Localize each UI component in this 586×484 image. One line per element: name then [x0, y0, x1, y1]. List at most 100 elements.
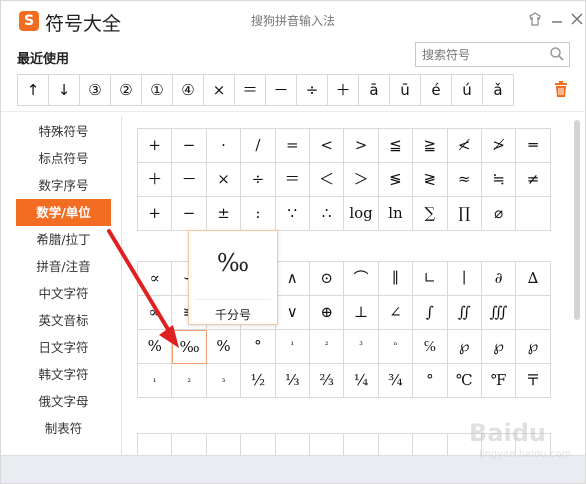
recent-symbol-cell[interactable]: ā [359, 75, 390, 105]
symbol-cell[interactable]: ¹ [275, 330, 310, 364]
symbol-cell[interactable]: ⊥ [344, 296, 379, 330]
recent-symbol-cell[interactable]: ＝ [235, 75, 266, 105]
symbol-cell[interactable]: ∫ [413, 296, 448, 330]
symbol-cell[interactable]: ∣ [447, 262, 482, 296]
symbol-cell[interactable]: ° [413, 364, 448, 398]
symbol-cell[interactable]: ≒ [481, 163, 517, 197]
symbol-cell[interactable]: = [275, 129, 310, 163]
symbol-cell[interactable] [138, 434, 173, 455]
symbol-cell[interactable]: ∝ [138, 262, 173, 296]
sidebar-item-10[interactable]: 俄文字母 [16, 388, 111, 415]
sidebar-item-6[interactable]: 中文字符 [16, 280, 111, 307]
symbol-cell[interactable]: ¾ [378, 364, 414, 398]
symbol-cell[interactable]: ＝ [275, 163, 310, 197]
symbol-cell[interactable]: ∆ [516, 262, 551, 296]
recent-symbol-cell[interactable]: ú [452, 75, 483, 105]
title-bar[interactable]: S 符号大全 搜狗拼音输入法 [1, 1, 585, 39]
symbol-cell[interactable]: ∂ [481, 262, 517, 296]
symbol-cell[interactable]: − [172, 129, 207, 163]
recent-symbol-cell[interactable]: ① [142, 75, 173, 105]
symbol-cell[interactable]: ℘ [481, 330, 517, 364]
symbol-cell[interactable]: ＞ [344, 163, 379, 197]
symbol-cell[interactable] [413, 434, 448, 455]
symbol-cell[interactable]: ＋ [138, 163, 173, 197]
symbol-cell[interactable]: ∧ [275, 262, 310, 296]
symbol-cell[interactable]: ∵ [275, 197, 310, 231]
sidebar-item-4[interactable]: 希腊/拉丁 [16, 226, 111, 253]
symbol-cell[interactable]: ≮ [447, 129, 482, 163]
symbol-cell[interactable]: 〒 [516, 364, 551, 398]
symbol-cell[interactable] [516, 197, 551, 231]
scroll-thumb[interactable] [574, 120, 580, 320]
symbol-cell[interactable]: ln [378, 197, 414, 231]
close-icon[interactable] [569, 11, 585, 27]
symbol-cell[interactable]: ℅ [413, 330, 448, 364]
symbol-cell[interactable]: ∑ [413, 197, 448, 231]
symbol-cell[interactable]: ＜ [309, 163, 345, 197]
recent-symbol-cell[interactable]: × [204, 75, 235, 105]
symbol-cell[interactable]: ∠ [378, 296, 414, 330]
symbol-cell[interactable] [241, 434, 276, 455]
symbol-cell[interactable]: ∬ [447, 296, 482, 330]
sidebar-item-5[interactable]: 拼音/注音 [16, 253, 111, 280]
symbol-cell[interactable]: ≈ [447, 163, 482, 197]
sidebar-item-7[interactable]: 英文音标 [16, 307, 111, 334]
symbol-cell[interactable]: % [206, 330, 242, 364]
symbol-cell[interactable]: ⊙ [309, 262, 345, 296]
search-icon[interactable] [549, 46, 565, 62]
symbol-cell[interactable] [379, 434, 414, 455]
symbol-cell[interactable]: ≷ [413, 163, 448, 197]
symbol-cell[interactable]: × [206, 163, 242, 197]
symbol-cell[interactable]: ℉ [481, 364, 517, 398]
symbol-cell[interactable]: ₂ [172, 364, 207, 398]
symbol-cell[interactable]: ∨ [275, 296, 310, 330]
symbol-cell[interactable]: ⁿ [378, 330, 414, 364]
symbol-cell[interactable] [516, 296, 551, 330]
symbol-cell[interactable]: ≠ [516, 163, 551, 197]
symbol-cell[interactable]: + [138, 197, 173, 231]
sidebar-item-11[interactable]: 制表符 [16, 415, 111, 442]
search-input[interactable] [416, 43, 546, 66]
sidebar-item-0[interactable]: 特殊符号 [16, 118, 111, 145]
scrollbar[interactable] [572, 116, 582, 455]
symbol-cell[interactable]: ⌒ [344, 262, 379, 296]
symbol-cell[interactable]: ÷ [241, 163, 276, 197]
symbol-cell[interactable]: ∥ [378, 262, 414, 296]
recent-symbol-cell[interactable]: ④ [173, 75, 204, 105]
symbol-cell[interactable]: · [206, 129, 242, 163]
symbol-cell[interactable]: ° [241, 330, 276, 364]
symbol-cell[interactable]: ≦ [378, 129, 414, 163]
skin-icon[interactable] [527, 11, 543, 27]
symbol-cell[interactable]: / [241, 129, 276, 163]
symbol-cell[interactable]: ∏ [447, 197, 482, 231]
symbol-cell[interactable]: ℘ [516, 330, 551, 364]
symbol-cell[interactable]: ± [206, 197, 242, 231]
recent-symbol-cell[interactable]: ② [111, 75, 142, 105]
symbol-cell[interactable]: ₃ [206, 364, 242, 398]
search-box[interactable] [415, 42, 570, 67]
sidebar-item-8[interactable]: 日文字符 [16, 334, 111, 361]
symbol-cell[interactable]: ∟ [413, 262, 448, 296]
recent-symbol-cell[interactable]: ǎ [483, 75, 514, 105]
symbol-cell[interactable] [344, 434, 379, 455]
symbol-cell[interactable]: ═ [516, 129, 551, 163]
symbol-cell[interactable]: ² [309, 330, 345, 364]
symbol-cell[interactable]: ³ [344, 330, 379, 364]
symbol-cell[interactable]: ℃ [447, 364, 482, 398]
symbol-cell[interactable]: ‰ [172, 330, 207, 364]
recent-symbol-cell[interactable]: ÷ [297, 75, 328, 105]
sidebar-item-3[interactable]: 数学/单位 [16, 199, 111, 226]
symbol-cell[interactable]: ℘ [447, 330, 482, 364]
symbol-cell[interactable]: ¼ [344, 364, 379, 398]
symbol-cell[interactable]: < [309, 129, 345, 163]
recent-symbol-cell[interactable]: ＋ [328, 75, 359, 105]
sidebar-item-2[interactable]: 数字序号 [16, 172, 111, 199]
recent-symbol-cell[interactable]: é [421, 75, 452, 105]
symbol-cell[interactable]: log [344, 197, 379, 231]
symbol-cell[interactable]: + [138, 129, 173, 163]
recent-symbol-cell[interactable]: ↓ [49, 75, 80, 105]
symbol-cell[interactable] [276, 434, 310, 455]
symbol-cell[interactable] [310, 434, 345, 455]
minimize-icon[interactable] [549, 11, 565, 27]
recent-symbol-cell[interactable]: ③ [80, 75, 111, 105]
